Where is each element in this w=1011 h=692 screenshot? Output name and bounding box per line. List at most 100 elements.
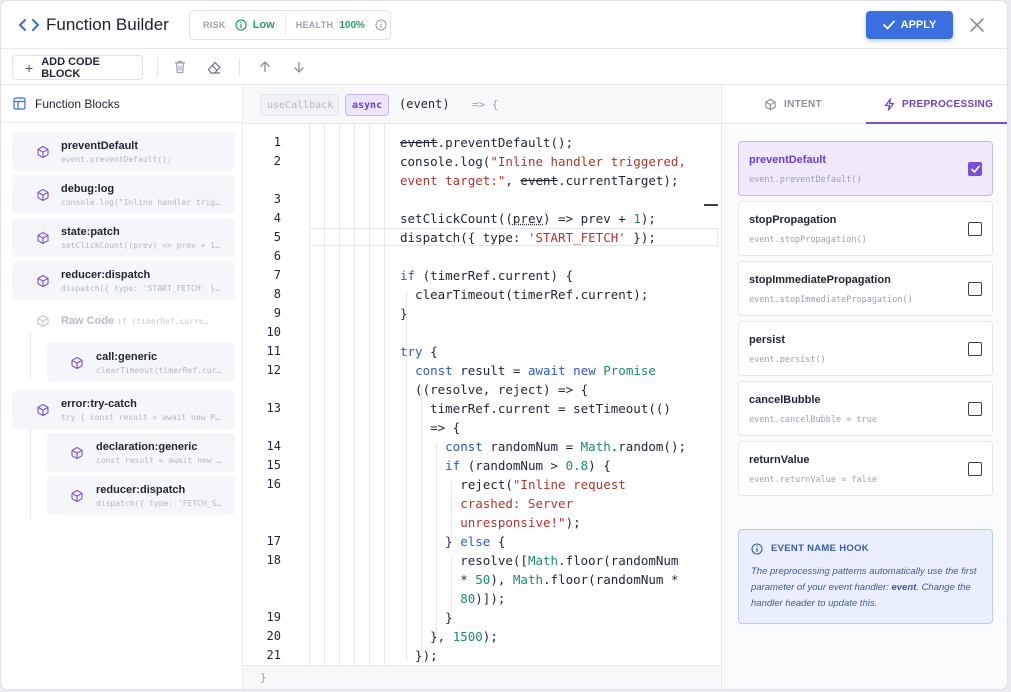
option-code: event.cancelBubble = true (749, 415, 877, 425)
tree-guide (30, 422, 31, 518)
cube-icon (71, 446, 83, 460)
indent-guide (324, 124, 325, 670)
block-item[interactable]: state:patch setClickCount((prev) => prev… (12, 218, 235, 257)
block-code: event.preventDefault(); (61, 155, 172, 164)
option-code: event.stopPropagation() (749, 235, 867, 245)
option-card-stoppropagation[interactable]: stopPropagation event.stopPropagation() (738, 201, 993, 256)
cube-icon (765, 98, 776, 111)
usecallback-toggle[interactable]: useCallback (260, 94, 339, 116)
indent-guide (369, 124, 370, 670)
cube-icon (37, 274, 49, 288)
line-number: 10 (266, 325, 281, 339)
function-signature-bar: useCallback async (event) => { (243, 85, 720, 124)
line-number: 6 (273, 249, 281, 263)
line-number: 3 (273, 192, 281, 206)
line-number: 13 (266, 401, 281, 415)
close-icon[interactable] (967, 15, 987, 35)
block-name: declaration:generic (96, 441, 198, 453)
option-code: event.preventDefault() (749, 175, 862, 185)
block-name: Raw Code (61, 315, 115, 327)
option-checkbox[interactable] (968, 282, 982, 296)
function-params[interactable]: (event) (399, 97, 450, 111)
page-title: Function Builder (46, 15, 169, 34)
cube-icon (37, 314, 49, 328)
risk-value: Low (252, 19, 275, 31)
toolbar-divider (239, 58, 240, 76)
check-icon (970, 165, 980, 173)
block-item[interactable]: call:generic clearTimeout(timerRef.cur… (47, 343, 235, 382)
option-checkbox[interactable] (968, 402, 982, 416)
option-card-persist[interactable]: persist event.persist() (738, 321, 993, 376)
block-code: dispatch({ type: 'FETCH_S… (96, 499, 222, 508)
function-builder-window: Function Builder RISK Low HEALTH 100% AP… (0, 0, 1008, 690)
apply-button[interactable]: APPLY (866, 11, 953, 39)
line-number: 17 (266, 534, 281, 548)
options-panel: INTENT PREPROCESSING preventDefault even… (721, 85, 1007, 689)
line-number: 1 (273, 135, 281, 149)
tabs: INTENT PREPROCESSING (722, 85, 1007, 124)
option-card-stopimmediatepropagation[interactable]: stopImmediatePropagation event.stopImmed… (738, 261, 993, 316)
block-code: try { const result = await new P… (61, 413, 220, 422)
tab-intent[interactable]: INTENT (764, 85, 822, 124)
function-closing-bar: } (243, 665, 720, 689)
block-item[interactable]: reducer:dispatch dispatch({ type: 'FETCH… (47, 476, 235, 515)
option-code: event.persist() (749, 355, 826, 365)
hook-title: EVENT NAME HOOK (771, 543, 869, 554)
option-card-cancelbubble[interactable]: cancelBubble event.cancelBubble = true (738, 381, 993, 436)
indent-guide (354, 124, 355, 670)
line-number: 2 (273, 154, 281, 168)
add-code-block-button[interactable]: + ADD CODE BLOCK (12, 55, 143, 80)
eraser-icon[interactable] (206, 59, 222, 75)
code-content[interactable]: event.preventDefault(); console.log("Inl… (400, 133, 686, 665)
cube-icon (37, 188, 49, 202)
info-circle-icon (751, 543, 763, 555)
check-icon (882, 20, 895, 30)
arrow-down-icon[interactable] (291, 59, 307, 75)
block-item[interactable]: debug:log console.log("Inline handler tr… (12, 175, 235, 214)
option-checkbox[interactable] (968, 222, 982, 236)
line-number: 9 (273, 306, 281, 320)
option-card-preventdefault[interactable]: preventDefault event.preventDefault() (738, 141, 993, 196)
toolbar: + ADD CODE BLOCK (1, 49, 1007, 85)
block-item[interactable]: declaration:generic const result = await… (47, 433, 235, 472)
block-name: reducer:dispatch (96, 484, 186, 496)
line-number: 16 (266, 477, 281, 491)
hook-description: The preprocessing patterns automatically… (751, 564, 987, 612)
event-name-hook-info: EVENT NAME HOOK The preprocessing patter… (738, 529, 993, 624)
arrow-up-icon[interactable] (257, 59, 273, 75)
scroll-marker (704, 204, 718, 206)
line-number: 15 (266, 458, 281, 472)
status-pill: RISK Low HEALTH 100% (189, 10, 391, 40)
trash-icon[interactable] (172, 59, 188, 75)
line-number: 21 (266, 648, 281, 662)
code-area[interactable]: 1 2 3 4 5 6 7 8 9 10 11 12 13 14 15 16 1… (243, 124, 720, 670)
tab-preprocessing[interactable]: PREPROCESSING (884, 85, 993, 124)
block-code: if (timerRef.curre… (117, 317, 209, 326)
risk-label: RISK (203, 20, 226, 30)
block-code: setClickCount((prev) => prev + 1… (61, 241, 220, 250)
block-code: const result = await new … (96, 456, 222, 465)
block-item[interactable]: error:try-catch try { const result = awa… (12, 390, 235, 429)
pill-divider (284, 15, 286, 35)
option-checkbox[interactable] (968, 462, 982, 476)
async-toggle[interactable]: async (345, 94, 389, 116)
option-name: stopPropagation (749, 214, 837, 226)
header: Function Builder RISK Low HEALTH 100% AP… (1, 1, 1007, 49)
active-tab-indicator (866, 122, 1007, 124)
info-icon[interactable] (375, 19, 387, 31)
hook-text-bold: event (891, 582, 917, 593)
option-name: stopImmediatePropagation (749, 274, 891, 286)
block-item[interactable]: preventDefault event.preventDefault(); (12, 132, 235, 171)
option-name: preventDefault (749, 154, 827, 166)
block-name: error:try-catch (61, 398, 137, 410)
option-checkbox[interactable] (968, 342, 982, 356)
option-name: returnValue (749, 454, 810, 466)
block-item[interactable]: reducer:dispatch dispatch({ type: 'START… (12, 261, 235, 300)
health-value: 100% (339, 19, 365, 31)
add-code-block-label: ADD CODE BLOCK (41, 55, 100, 80)
line-number: 19 (266, 610, 281, 624)
raw-code-group[interactable]: Raw Code if (timerRef.curre… (12, 307, 235, 335)
option-card-returnvalue[interactable]: returnValue event.returnValue = false (738, 441, 993, 496)
line-number: 14 (266, 439, 281, 453)
option-checkbox[interactable] (968, 162, 982, 176)
